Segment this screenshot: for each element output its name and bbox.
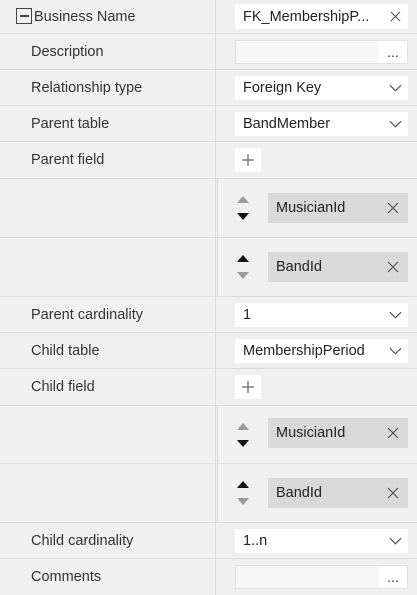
row-description: Description ...	[0, 34, 417, 70]
comments-ellipsis-button[interactable]: ...	[379, 566, 407, 588]
empty-label-cell	[0, 464, 216, 522]
business-name-field[interactable]: FK_MembershipP...	[235, 4, 408, 29]
row-relationship-type: Relationship type Foreign Key	[0, 70, 417, 106]
business-name-value-cell: FK_MembershipP...	[217, 0, 417, 33]
parent-cardinality-label: Parent cardinality	[0, 297, 216, 332]
add-parent-field-button[interactable]	[235, 148, 261, 172]
row-business-name: Business Name FK_MembershipP...	[0, 0, 417, 34]
move-down-icon[interactable]	[237, 213, 249, 220]
business-name-label-cell: Business Name	[0, 0, 216, 33]
relationship-type-label: Relationship type	[0, 70, 216, 105]
comments-value-cell: ...	[217, 559, 417, 595]
row-parent-table: Parent table BandMember	[0, 106, 417, 142]
parent-table-label: Parent table	[0, 106, 216, 141]
chevron-down-icon	[382, 120, 408, 128]
clear-icon[interactable]	[382, 11, 408, 22]
child-table-value: MembershipPeriod	[243, 343, 365, 359]
row-child-table: Child table MembershipPeriod	[0, 333, 417, 369]
parent-field-chip: BandId	[268, 252, 408, 282]
move-down-icon[interactable]	[237, 272, 249, 279]
row-comments: Comments ...	[0, 559, 417, 595]
parent-table-value-cell: BandMember	[217, 106, 417, 141]
parent-cardinality-value: 1	[243, 307, 252, 323]
child-field-chip: BandId	[268, 478, 408, 508]
row-parent-cardinality: Parent cardinality 1	[0, 297, 417, 333]
description-value-cell: ...	[217, 34, 417, 69]
chevron-down-icon	[382, 84, 408, 92]
parent-field-item: MusicianId	[0, 179, 417, 238]
description-field[interactable]: ...	[235, 40, 408, 64]
child-field-label: Child field	[0, 369, 216, 405]
row-parent-field: Parent field	[0, 142, 417, 179]
empty-label-cell	[0, 238, 216, 296]
description-label: Description	[0, 34, 216, 69]
reorder-arrows	[236, 464, 250, 522]
parent-field-label: Parent field	[0, 142, 216, 178]
relationship-type-value-cell: Foreign Key	[217, 70, 417, 105]
child-cardinality-dropdown[interactable]: 1..n	[235, 529, 408, 553]
child-cardinality-value-cell: 1..n	[217, 523, 417, 558]
empty-label-cell	[0, 406, 216, 463]
comments-field[interactable]: ...	[235, 565, 408, 589]
move-up-icon[interactable]	[237, 255, 249, 262]
move-up-icon[interactable]	[237, 481, 249, 488]
child-field-chip: MusicianId	[268, 418, 408, 448]
parent-field-item: BandId	[0, 238, 417, 297]
child-field-chip-label: BandId	[276, 485, 322, 501]
chevron-down-icon	[382, 347, 408, 355]
reorder-arrows	[236, 238, 250, 296]
parent-field-chip-label: MusicianId	[276, 200, 346, 216]
empty-label-cell	[0, 179, 216, 237]
reorder-arrows	[236, 406, 250, 463]
row-child-field: Child field	[0, 369, 417, 406]
chevron-down-icon	[382, 537, 408, 545]
parent-table-value: BandMember	[243, 116, 331, 132]
parent-field-item-cell: BandId	[217, 238, 417, 296]
add-child-field-button[interactable]	[235, 375, 261, 399]
child-field-value-cell	[217, 369, 417, 405]
reorder-arrows	[236, 179, 250, 237]
relationship-type-dropdown[interactable]: Foreign Key	[235, 76, 408, 100]
parent-cardinality-value-cell: 1	[217, 297, 417, 332]
remove-icon[interactable]	[378, 202, 408, 214]
child-field-item: BandId	[0, 464, 417, 523]
business-name-label: Business Name	[34, 8, 136, 25]
collapse-icon[interactable]	[16, 8, 32, 24]
parent-table-dropdown[interactable]: BandMember	[235, 112, 408, 136]
child-field-chip-label: MusicianId	[276, 425, 346, 441]
child-field-item: MusicianId	[0, 406, 417, 464]
move-down-icon[interactable]	[237, 498, 249, 505]
comments-label: Comments	[0, 559, 216, 595]
parent-cardinality-dropdown[interactable]: 1	[235, 303, 408, 327]
child-field-item-cell: MusicianId	[217, 406, 417, 463]
child-cardinality-value: 1..n	[243, 533, 268, 549]
move-down-icon[interactable]	[237, 440, 249, 447]
child-cardinality-label: Child cardinality	[0, 523, 216, 558]
child-field-item-cell: BandId	[217, 464, 417, 522]
remove-icon[interactable]	[378, 261, 408, 273]
properties-grid: Business Name FK_MembershipP... Descript…	[0, 0, 417, 595]
row-child-cardinality: Child cardinality 1..n	[0, 523, 417, 559]
child-table-value-cell: MembershipPeriod	[217, 333, 417, 368]
parent-field-value-cell	[217, 142, 417, 178]
move-up-icon[interactable]	[237, 423, 249, 430]
child-table-label: Child table	[0, 333, 216, 368]
parent-field-chip-label: BandId	[276, 259, 322, 275]
remove-icon[interactable]	[378, 487, 408, 499]
child-table-dropdown[interactable]: MembershipPeriod	[235, 339, 408, 363]
relationship-type-value: Foreign Key	[243, 80, 322, 96]
remove-icon[interactable]	[378, 427, 408, 439]
parent-field-chip: MusicianId	[268, 193, 408, 223]
chevron-down-icon	[382, 311, 408, 319]
move-up-icon[interactable]	[237, 196, 249, 203]
description-ellipsis-button[interactable]: ...	[379, 41, 407, 63]
parent-field-item-cell: MusicianId	[217, 179, 417, 237]
business-name-value: FK_MembershipP...	[243, 8, 370, 25]
